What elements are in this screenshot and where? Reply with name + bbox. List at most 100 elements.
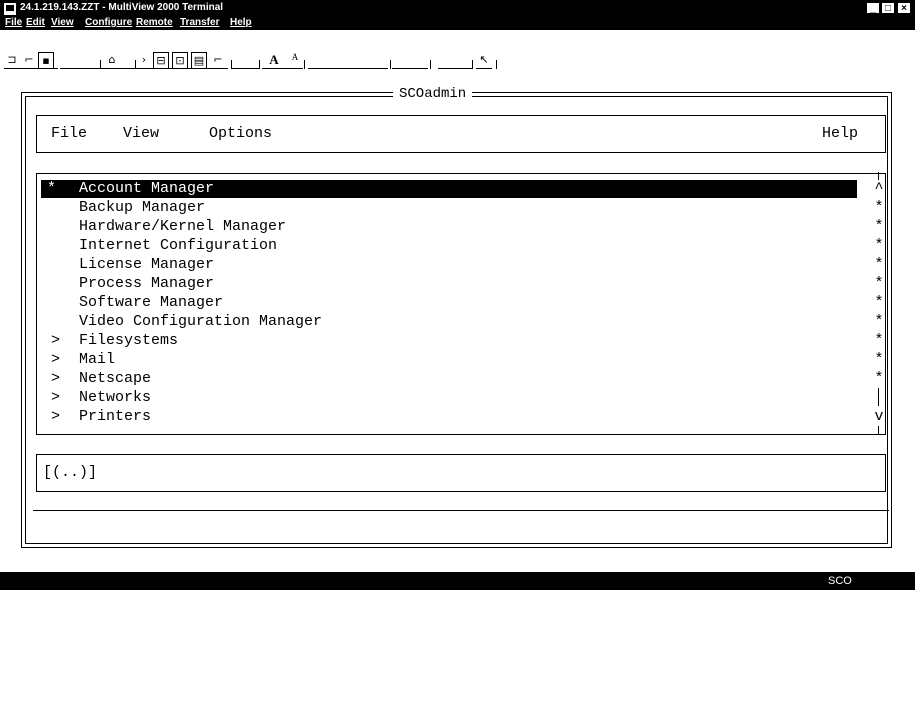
list-item[interactable]: > Mail [41, 351, 857, 369]
menu-view[interactable]: View [51, 17, 74, 28]
copy-icon[interactable]: ⌂ [104, 52, 120, 69]
menu-remote[interactable]: Remote [136, 17, 173, 28]
scrollbar-mark: * [874, 199, 884, 216]
scroll-down-arrow[interactable]: v [873, 408, 885, 425]
window-title: 24.1.219.143.ZZT - MultiView 2000 Termin… [20, 2, 224, 13]
dialog-caption: SCOadmin [393, 86, 473, 102]
capture-icon[interactable]: ⊡ [172, 52, 188, 69]
menu-edit[interactable]: Edit [26, 17, 45, 28]
toolbar-divider [438, 68, 472, 69]
list-item[interactable]: License Manager [41, 256, 857, 274]
item-marker: * [47, 180, 57, 197]
toolbar-divider [392, 68, 428, 69]
menu-bar: File Edit View Configure Remote Transfer… [0, 16, 915, 30]
menu-options-item[interactable]: Options [209, 125, 272, 142]
divider [33, 510, 889, 511]
item-label: Software Manager [79, 294, 224, 311]
status-bar: SCO [0, 572, 915, 590]
toolbar-divider [390, 60, 391, 69]
open-icon[interactable]: ⌐ [21, 52, 37, 69]
toolbar-divider [262, 68, 302, 69]
item-label: Printers [79, 408, 152, 425]
input-value: [(..)] [43, 464, 98, 481]
menu-transfer[interactable]: Transfer [180, 17, 219, 28]
keyboard-icon[interactable]: ▤ [191, 52, 207, 69]
scrollbar-track [878, 172, 879, 180]
list-item[interactable]: * Account Manager [41, 180, 857, 198]
save-icon[interactable]: ▪ [38, 52, 54, 69]
list-item[interactable]: > Networks [41, 389, 857, 407]
scrollbar-mark: * [874, 370, 884, 387]
toolbar-divider [430, 60, 431, 69]
font-small-icon[interactable]: A [287, 52, 303, 69]
scrollbar-mark: * [874, 275, 884, 292]
toolbar-divider [60, 68, 100, 69]
list-item[interactable]: Video Configuration Manager [41, 313, 857, 331]
toolbar-divider [308, 68, 388, 69]
input-field[interactable]: [(..)] [36, 454, 886, 492]
toolbar-divider [472, 60, 473, 69]
pointer-icon[interactable]: ↖ [476, 52, 492, 69]
list-item[interactable]: Internet Configuration [41, 237, 857, 255]
item-label: Account Manager [79, 180, 215, 197]
menu-view-item[interactable]: View [123, 125, 159, 142]
menu-help[interactable]: Help [230, 17, 252, 28]
list-item[interactable]: Backup Manager [41, 199, 857, 217]
status-text: SCO [828, 575, 852, 587]
menu-file-item[interactable]: File [51, 125, 87, 142]
scrollbar-track [878, 426, 879, 434]
scroll-up-arrow[interactable]: ^ [873, 180, 885, 197]
item-label: Backup Manager [79, 199, 206, 216]
maximize-button[interactable]: □ [881, 2, 895, 14]
toolbar-divider [304, 60, 305, 69]
scrollbar-thumb[interactable] [878, 388, 879, 406]
item-label: Filesystems [79, 332, 179, 349]
scrollbar-mark: * [874, 218, 884, 235]
macro-icon[interactable]: ⌐ [210, 52, 226, 69]
scrollbar-mark: * [874, 351, 884, 368]
title-bar: 24.1.219.143.ZZT - MultiView 2000 Termin… [0, 0, 915, 16]
send-icon[interactable]: › [136, 52, 152, 69]
item-marker [47, 237, 56, 255]
item-marker: > [51, 370, 61, 387]
close-button[interactable]: × [897, 2, 911, 14]
minimize-button[interactable]: _ [866, 2, 880, 14]
item-label: Hardware/Kernel Manager [79, 218, 287, 235]
item-marker: > [51, 408, 61, 425]
item-label: Process Manager [79, 275, 215, 292]
toolbar-divider [4, 68, 58, 69]
scrollbar-mark: * [874, 294, 884, 311]
toolbar-divider [259, 60, 260, 69]
item-marker [47, 294, 56, 312]
font-large-icon[interactable]: A [266, 52, 282, 69]
item-marker [47, 199, 56, 217]
menu-help-item[interactable]: Help [822, 125, 858, 142]
list-item[interactable]: Hardware/Kernel Manager [41, 218, 857, 236]
item-marker: > [51, 351, 61, 368]
scrollbar-mark: * [874, 256, 884, 273]
item-marker: > [51, 332, 61, 349]
list-item[interactable]: Software Manager [41, 294, 857, 312]
toolbar-divider [100, 68, 136, 69]
item-marker [47, 275, 56, 293]
list-item[interactable]: Process Manager [41, 275, 857, 293]
item-marker [47, 313, 56, 331]
menu-file[interactable]: File [5, 17, 22, 28]
menu-configure[interactable]: Configure [85, 17, 132, 28]
item-marker [47, 256, 56, 274]
item-marker: > [51, 389, 61, 406]
scrollbar-mark: * [874, 313, 884, 330]
toolbar-divider [496, 60, 497, 69]
list-item[interactable]: > Netscape [41, 370, 857, 388]
scrollbar-mark: * [874, 237, 884, 254]
new-session-icon[interactable]: ⊐ [4, 52, 20, 69]
list-item[interactable]: > Filesystems [41, 332, 857, 350]
list-item[interactable]: > Printers [41, 408, 857, 426]
item-marker [47, 218, 56, 236]
scoadmin-menu-bar: File View Options Help [36, 115, 886, 153]
print-icon[interactable]: ⊟ [153, 52, 169, 69]
app-icon[interactable] [3, 2, 17, 16]
manager-list: * Account Manager Backup Manager Hardware… [36, 172, 886, 435]
item-label: License Manager [79, 256, 215, 273]
toolbar: ⊐ ⌐ ▪ ⌂ › ⊟ ⊡ ▤ ⌐ A A ↖ [0, 30, 915, 72]
